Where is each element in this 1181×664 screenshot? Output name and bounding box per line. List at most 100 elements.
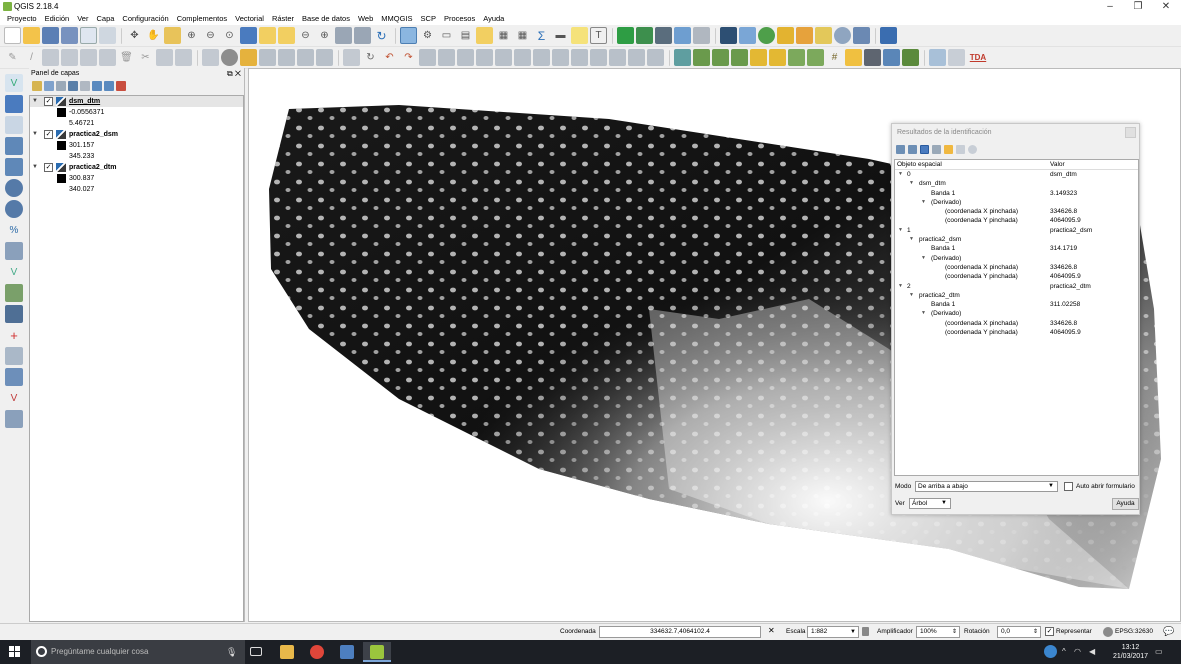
python-icon[interactable] xyxy=(777,27,794,44)
zoom-in-icon[interactable]: ⊕ xyxy=(183,27,200,44)
result-layer-1[interactable]: ▼ 1 practica2_dsm xyxy=(895,226,1138,235)
clear-results-icon[interactable] xyxy=(932,144,941,154)
composer-manager-icon[interactable] xyxy=(99,27,116,44)
highlight-icon[interactable] xyxy=(944,144,953,154)
save-edits-icon[interactable] xyxy=(42,49,59,66)
text-annotation-icon[interactable]: T xyxy=(590,27,607,44)
magnifier-spinbox[interactable]: 100% ⇕ xyxy=(916,626,960,638)
zoom-next-icon[interactable]: ⊕ xyxy=(316,27,333,44)
save-as-icon[interactable] xyxy=(61,27,78,44)
map-tips-icon[interactable] xyxy=(571,27,588,44)
zoom-full-icon[interactable] xyxy=(240,27,257,44)
expand-arrow-icon[interactable]: ▼ xyxy=(921,309,926,318)
menu-mmqgis[interactable]: MMQGIS xyxy=(377,13,416,25)
add-delimited-icon[interactable]: % xyxy=(5,221,23,239)
simplify-icon[interactable] xyxy=(419,49,436,66)
minimize-button[interactable]: – xyxy=(1096,0,1124,13)
expand-new-icon[interactable] xyxy=(920,144,929,154)
cut-features-icon[interactable]: ✂ xyxy=(137,49,154,66)
run-action-icon[interactable]: ⚙ xyxy=(419,27,436,44)
open-project-icon[interactable] xyxy=(23,27,40,44)
add-wfs-icon[interactable] xyxy=(693,27,710,44)
result-row[interactable]: Banda 1 311.02258 xyxy=(895,300,1138,309)
node-tool-icon[interactable] xyxy=(99,49,116,66)
result-row[interactable]: Banda 1 3.149323 xyxy=(895,189,1138,198)
result-row[interactable]: ▼ practica2_dtm xyxy=(895,291,1138,300)
add-layer-icon[interactable] xyxy=(617,27,634,44)
collapse-arrow-icon[interactable]: ▼ xyxy=(32,162,38,173)
render-checkbox[interactable]: ✓ xyxy=(1045,627,1054,636)
plugin-help-icon[interactable] xyxy=(880,27,897,44)
coordinate-capture-icon[interactable]: + xyxy=(5,326,23,344)
decrease-brightness-icon[interactable] xyxy=(769,49,786,66)
advanced-digitize-icon[interactable] xyxy=(343,49,360,66)
add-feature-icon[interactable] xyxy=(61,49,78,66)
delete-ring-icon[interactable] xyxy=(495,49,512,66)
expand-tree-icon[interactable] xyxy=(896,144,905,154)
search-plugin-icon[interactable] xyxy=(929,49,946,66)
menu-scp[interactable]: SCP xyxy=(417,13,440,25)
collapse-arrow-icon[interactable]: ▼ xyxy=(32,129,38,140)
add-wms-layer-icon[interactable] xyxy=(5,179,23,197)
decrease-contrast-icon[interactable] xyxy=(807,49,824,66)
expand-arrow-icon[interactable]: ▼ xyxy=(921,198,926,207)
rotate-symbols-icon[interactable] xyxy=(647,49,664,66)
identify-features-icon[interactable] xyxy=(400,27,417,44)
edit-pencil-icon[interactable]: ✎ xyxy=(4,49,21,66)
microphone-icon[interactable]: 🎙 xyxy=(226,647,237,658)
georeferencer-icon[interactable] xyxy=(796,27,813,44)
menu-base-de-datos[interactable]: Base de datos xyxy=(298,13,354,25)
crs-globe-icon[interactable] xyxy=(1103,627,1113,637)
collapse-all-icon[interactable] xyxy=(104,81,114,91)
add-wcs-icon[interactable] xyxy=(5,200,23,218)
local-histogram-icon[interactable] xyxy=(693,49,710,66)
auto-open-checkbox[interactable] xyxy=(1064,482,1073,491)
new-spatialite-icon[interactable] xyxy=(5,284,23,302)
whats-this-icon[interactable] xyxy=(853,27,870,44)
notifications-icon[interactable]: ▭ xyxy=(1155,647,1163,656)
print-composer-icon[interactable] xyxy=(80,27,97,44)
lock-scale-icon[interactable] xyxy=(862,627,869,636)
table-plugin-icon[interactable] xyxy=(948,49,965,66)
increase-brightness-icon[interactable] xyxy=(750,49,767,66)
menu-configuracion[interactable]: Configuración xyxy=(118,13,172,25)
attribute-table-icon[interactable]: ▦ xyxy=(495,27,512,44)
full-histogram-icon[interactable] xyxy=(712,49,729,66)
measure-icon[interactable]: ▬ xyxy=(552,27,569,44)
add-spatialite-icon[interactable] xyxy=(5,137,23,155)
result-row[interactable]: ▼ (Derivado) xyxy=(895,254,1138,263)
expand-arrow-icon[interactable]: ▼ xyxy=(909,179,914,188)
scale-combo[interactable]: 1:882 ▼ xyxy=(807,626,859,638)
crs-label[interactable]: EPSG:32630 xyxy=(1115,628,1153,635)
deselect-icon[interactable] xyxy=(476,27,493,44)
diagram-icon[interactable] xyxy=(221,49,238,66)
windows-start-icon[interactable] xyxy=(9,646,21,658)
globe-icon[interactable] xyxy=(758,27,775,44)
onedrive-icon[interactable] xyxy=(1044,645,1057,658)
label-tool-icon[interactable] xyxy=(202,49,219,66)
layer-checkbox[interactable]: ✓ xyxy=(44,97,53,106)
menu-ver[interactable]: Ver xyxy=(73,13,92,25)
add-virtual-icon[interactable] xyxy=(5,242,23,260)
filter-legend-icon[interactable] xyxy=(68,81,78,91)
rotate-feature-icon[interactable]: ↻ xyxy=(362,49,379,66)
qgis-taskbar-icon[interactable] xyxy=(363,642,391,662)
offset-curve-icon[interactable] xyxy=(552,49,569,66)
add-raster-icon[interactable] xyxy=(5,95,23,113)
mode-select[interactable]: De arriba a abajo ▼ xyxy=(915,481,1058,492)
menu-edicion[interactable]: Edición xyxy=(41,13,74,25)
add-group-icon[interactable] xyxy=(44,81,54,91)
taskbar-search[interactable]: Pregúntame cualquier cosa xyxy=(31,640,245,664)
fill-ring-icon[interactable] xyxy=(476,49,493,66)
move-label-icon[interactable] xyxy=(278,49,295,66)
zoom-selection-icon[interactable] xyxy=(259,27,276,44)
vector-plugin-icon[interactable] xyxy=(902,49,919,66)
layer-dsm-dtm[interactable]: ▼ ✓ dsm_dtm xyxy=(30,96,243,107)
add-postgis-layer-icon[interactable] xyxy=(5,116,23,134)
filter-expression-icon[interactable] xyxy=(80,81,90,91)
split-features-icon[interactable] xyxy=(571,49,588,66)
expand-arrow-icon[interactable]: ▼ xyxy=(909,291,914,300)
toggle-extents-icon[interactable]: ✕ xyxy=(768,626,775,635)
expand-arrow-icon[interactable]: ▼ xyxy=(898,170,903,179)
merge-features-icon[interactable] xyxy=(609,49,626,66)
